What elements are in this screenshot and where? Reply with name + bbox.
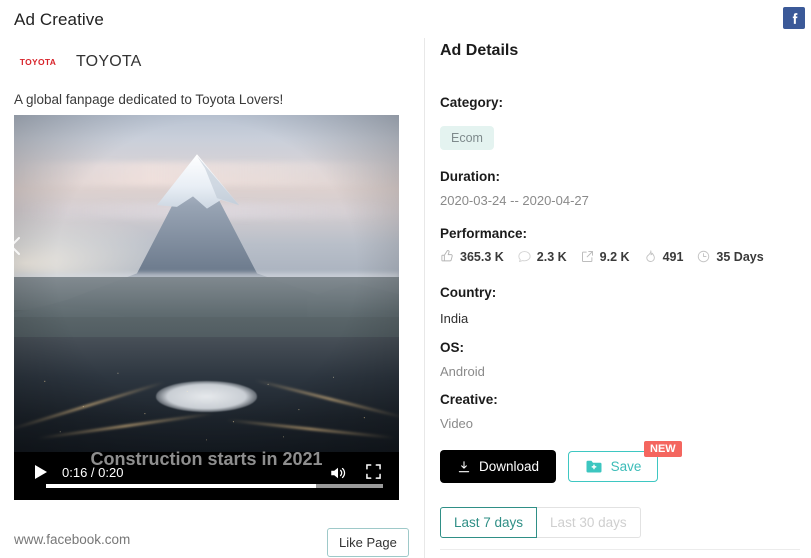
creative-value: Video <box>440 416 474 431</box>
brand-row: TOYOTA TOYOTA <box>14 50 142 74</box>
metric-comments: 2.3 K <box>517 249 567 264</box>
fire-icon <box>645 250 655 262</box>
metric-comments-value: 2.3 K <box>536 249 567 264</box>
video-time-display: 0:16 / 0:20 <box>62 465 124 480</box>
folder-plus-icon <box>586 460 602 473</box>
share-icon <box>581 251 593 262</box>
metric-duration-value: 35 Days <box>716 249 764 264</box>
performance-label: Performance: <box>440 226 528 241</box>
save-button-label: Save <box>610 459 642 474</box>
play-icon[interactable] <box>34 464 48 480</box>
brand-name: TOYOTA <box>76 53 142 70</box>
video-progress-bar[interactable] <box>46 484 383 488</box>
toyota-logo-icon: TOYOTA <box>14 50 62 74</box>
chevron-left-icon[interactable] <box>8 236 22 256</box>
video-player[interactable]: Construction starts in 2021 0:16 / 0:20 <box>14 115 399 500</box>
comment-icon <box>518 251 531 262</box>
country-label: Country: <box>440 285 497 300</box>
range-last-7-days[interactable]: Last 7 days <box>440 507 538 538</box>
ad-creative-panel: TOYOTA TOYOTA A global fanpage dedicated… <box>0 0 424 558</box>
category-tag[interactable]: Ecom <box>440 126 494 150</box>
download-button[interactable]: Download <box>440 450 556 483</box>
like-page-button[interactable]: Like Page <box>327 528 409 557</box>
ad-copy-text: A global fanpage dedicated to Toyota Lov… <box>14 92 284 107</box>
metric-shares: 9.2 K <box>580 249 630 264</box>
vignette-overlay <box>14 115 399 452</box>
date-range-toggle: Last 7 days Last 30 days <box>440 507 641 538</box>
video-progress-fill <box>46 484 316 488</box>
ad-details-title: Ad Details <box>440 42 519 59</box>
metric-duration: 35 Days <box>696 249 764 264</box>
site-url: www.facebook.com <box>14 532 131 547</box>
os-label: OS: <box>440 340 465 355</box>
clock-icon <box>698 250 710 263</box>
creative-label: Creative: <box>440 392 498 407</box>
download-button-label: Download <box>478 459 540 474</box>
video-frame <box>14 115 399 452</box>
range-last-30-days[interactable]: Last 30 days <box>537 507 641 538</box>
download-icon <box>458 460 470 472</box>
panel-divider <box>424 38 425 558</box>
fullscreen-icon[interactable] <box>366 464 381 479</box>
duration-label: Duration: <box>440 169 500 184</box>
performance-metrics: 365.3 K 2.3 K 9.2 K 491 35 Days <box>440 249 764 264</box>
volume-icon[interactable] <box>329 464 347 482</box>
metric-shares-value: 9.2 K <box>599 249 630 264</box>
duration-value: 2020-03-24 -- 2020-04-27 <box>440 193 589 208</box>
ad-creative-page: Ad Creative TOYOTA TOYOTA A global fanpa… <box>0 0 811 558</box>
metric-hot: 491 <box>643 249 684 264</box>
country-value: India <box>440 311 469 326</box>
thumbs-up-icon <box>441 250 453 262</box>
os-value: Android <box>440 364 485 379</box>
video-controls: 0:16 / 0:20 <box>14 452 399 500</box>
new-badge: NEW <box>644 441 682 457</box>
metric-hot-value: 491 <box>662 249 684 264</box>
metric-likes-value: 365.3 K <box>460 249 504 264</box>
category-label: Category: <box>440 95 504 110</box>
metric-likes: 365.3 K <box>440 249 504 264</box>
brand-logo-text: TOYOTA <box>19 57 57 67</box>
ad-details-panel: Ad Details Category: Ecom Duration: 2020… <box>440 0 811 558</box>
